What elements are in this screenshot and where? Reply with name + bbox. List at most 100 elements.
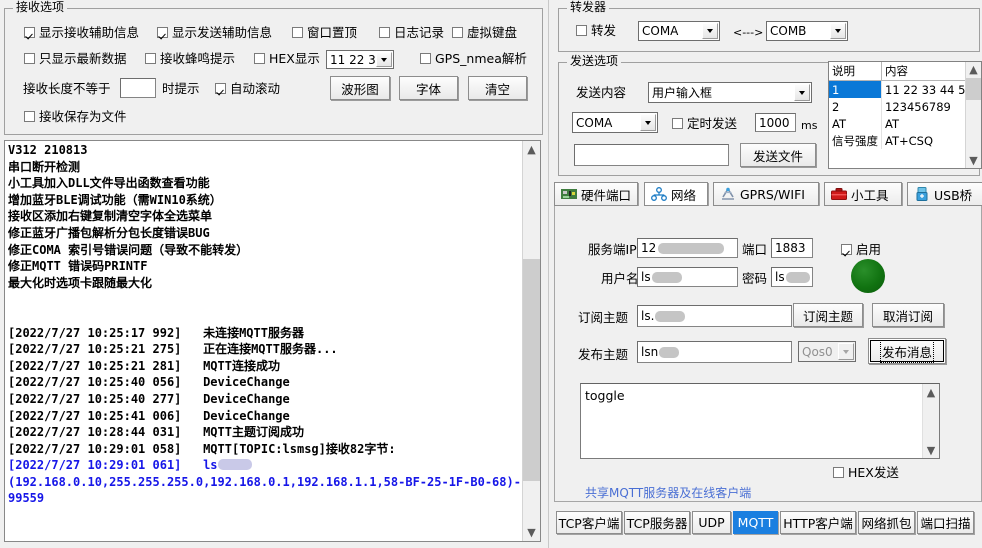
forward-direction-label: <---> [733,26,764,39]
checkbox-forward-enable[interactable]: 转发 [576,24,616,37]
clear-button-label: 清空 [484,81,510,97]
mqtt-publish-button[interactable]: 发布消息 [868,338,946,364]
send-port-combo[interactable]: COMA [572,112,658,133]
protocol-tab--[interactable]: 端口扫描 [917,511,974,534]
protocol-tab-http-[interactable]: HTTP客户端 [780,511,856,534]
checkbox-recv-beep[interactable]: 接收蜂鸣提示 [145,52,235,65]
table-row[interactable]: 信号强度 AT+CSQ [829,132,977,149]
antenna-icon [720,187,736,201]
message-scrollbar[interactable]: ▲ ▼ [922,384,939,458]
mqtt-port-input[interactable]: 1883 [771,238,813,258]
scrollbar-thumb[interactable] [966,78,981,100]
chevron-down-icon[interactable] [376,52,392,67]
mqtt-message-value: toggle [585,388,625,403]
protocol-tab--[interactable]: 网络抓包 [858,511,915,534]
checkbox-box [672,118,683,129]
receive-log-area[interactable]: V312 210813 串口断开检测 小工具加入DLL文件导出函数查看功能 增加… [4,140,541,542]
checkbox-show-send-info[interactable]: 显示发送辅助信息 [157,26,272,39]
scroll-up-icon[interactable]: ▲ [966,62,981,77]
chevron-down-icon[interactable] [794,84,810,101]
redaction-mask [651,271,682,283]
table-row[interactable]: 1 11 22 33 44 55 [829,80,977,98]
checkbox-box [292,27,303,38]
mqtt-username-input[interactable]: ls [637,267,738,287]
module-tab-gprs-wifi[interactable]: GPRS/WIFI [713,182,819,206]
column-header-content[interactable]: 内容 [881,62,977,81]
chevron-down-icon[interactable] [702,23,718,39]
table-row[interactable]: AT AT [829,115,977,132]
checkbox-label: 接收保存为文件 [39,109,127,124]
hex-format-combo[interactable]: 11 22 33 [326,50,394,69]
mqtt-sub-topic-input[interactable]: ls. [637,305,792,327]
panel-divider [548,0,549,548]
chevron-down-icon[interactable] [838,343,854,360]
module-tab-usb-[interactable]: USB桥 [907,182,982,206]
clear-button[interactable]: 清空 [468,76,527,100]
scroll-down-icon[interactable]: ▼ [923,442,939,458]
checkbox-label: 显示发送辅助信息 [172,25,273,40]
checkbox-save-to-file[interactable]: 接收保存为文件 [24,110,127,123]
forward-port-a-combo[interactable]: COMA [638,21,720,41]
checkbox-show-recv-info[interactable]: 显示接收辅助信息 [24,26,139,39]
recv-length-label-pre: 接收长度不等于 [23,81,111,96]
table-row[interactable]: 2 123456789 [829,98,977,115]
cell-desc: 2 [829,98,882,115]
module-tab--[interactable]: 小工具 [824,182,902,206]
recv-length-input[interactable] [120,78,156,98]
module-tab--[interactable]: 网络 [644,182,708,206]
mqtt-server-ip-input[interactable]: 12 [637,238,738,258]
mqtt-password-input[interactable]: ls [771,267,813,287]
chevron-down-icon[interactable] [830,23,846,39]
checkbox-gps-nmea[interactable]: GPS_nmea解析 [420,52,527,65]
module-tab-label: 网络 [671,187,697,203]
checkbox-hex-display[interactable]: HEX显示 [254,52,320,65]
send-content-combo[interactable]: 用户输入框 [648,82,812,103]
scroll-up-icon[interactable]: ▲ [523,141,540,158]
scroll-down-icon[interactable]: ▼ [523,524,540,541]
checkbox-log-record[interactable]: 日志记录 [379,26,444,39]
send-list-scrollbar[interactable]: ▲ ▼ [965,62,981,168]
module-tab--[interactable]: 硬件端口 [554,182,638,206]
checkbox-mqtt-enable[interactable]: 启用 [841,243,881,256]
chevron-down-icon[interactable] [640,114,656,131]
scroll-down-icon[interactable]: ▼ [966,153,981,168]
network-nodes-icon [651,187,667,201]
protocol-tab-tcp-[interactable]: TCP客户端 [556,511,622,534]
mqtt-pub-topic-input[interactable]: lsn [637,341,792,363]
checkbox-box [24,53,35,64]
checkbox-label: HEX显示 [269,51,320,66]
mqtt-qos-combo[interactable]: Qos0 [798,341,856,362]
protocol-tab-label: TCP客户端 [558,516,620,531]
checkbox-window-topmost[interactable]: 窗口置顶 [292,26,357,39]
send-shortcuts-list[interactable]: 说明 内容 1 11 22 33 44 55 2 123456789 AT AT 信号强度 A… [828,61,982,169]
checkbox-only-latest-data[interactable]: 只显示最新数据 [24,52,127,65]
toolbox-icon [831,187,847,201]
scrollbar-thumb[interactable] [523,259,540,481]
column-header-desc[interactable]: 说明 [829,62,882,81]
checkbox-hex-send[interactable]: HEX发送 [833,466,899,479]
redaction-mask [655,310,686,322]
scroll-up-icon[interactable]: ▲ [923,384,939,400]
checkbox-timed-send[interactable]: 定时发送 [672,117,737,130]
checkbox-virtual-keyboard[interactable]: 虚拟键盘 [452,26,517,39]
protocol-tab-mqtt[interactable]: MQTT [733,511,778,534]
mqtt-password-label: 密码 [742,271,768,286]
mqtt-message-textarea[interactable]: toggle ▲ ▼ [580,383,940,459]
checkbox-label: 接收蜂鸣提示 [160,51,236,66]
mqtt-subscribe-button[interactable]: 订阅主题 [793,303,863,327]
forward-port-b-combo[interactable]: COMB [766,21,848,41]
font-button[interactable]: 字体 [399,76,458,100]
receive-log-scrollbar[interactable]: ▲ ▼ [522,141,540,541]
send-interval-input[interactable]: 1000 [755,113,796,132]
share-mqtt-link[interactable]: 共享MQTT服务器及在线客户端 [585,484,751,501]
protocol-tab-udp[interactable]: UDP [692,511,731,534]
mqtt-username-value: ls [641,270,651,284]
send-file-path-input[interactable] [574,144,729,166]
cell-desc: AT [829,115,882,132]
protocol-tab-tcp-[interactable]: TCP服务器 [624,511,690,534]
forwarder-legend: 转发器 [567,1,610,14]
send-file-button[interactable]: 发送文件 [740,143,816,167]
checkbox-autoscroll[interactable]: 自动滚动 [215,82,280,95]
mqtt-unsubscribe-button[interactable]: 取消订阅 [872,303,944,327]
waveform-button[interactable]: 波形图 [330,76,390,100]
